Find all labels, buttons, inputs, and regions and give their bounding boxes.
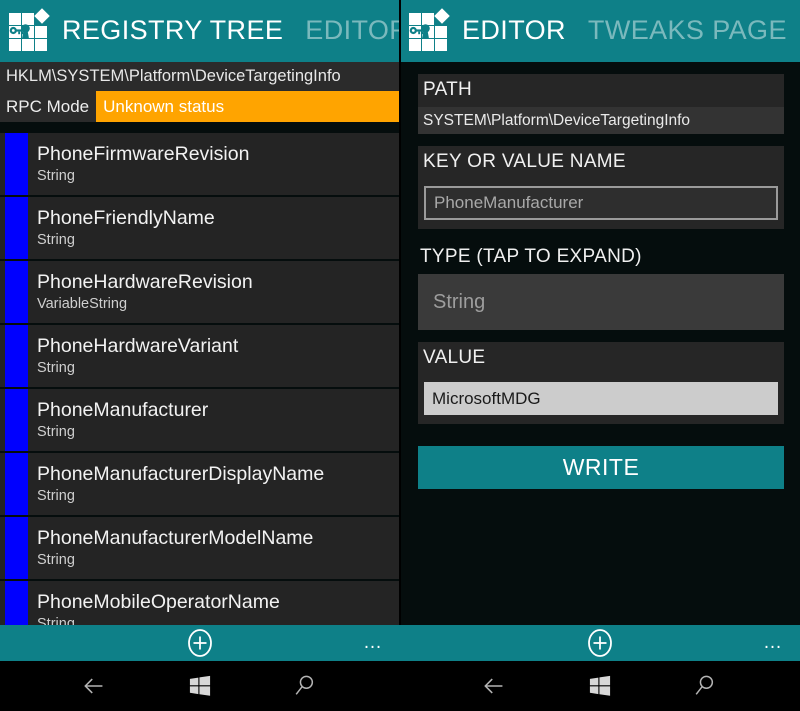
left-pivot-header: REGISTRY TREE EDITOR TWEA [0,0,400,62]
key-name-field-block: KEY OR VALUE NAME PhoneManufacturer [418,146,784,229]
rpc-mode-row[interactable]: RPC Mode Unknown status [0,91,400,122]
type-field-block: TYPE (TAP TO EXPAND) String [418,241,784,330]
value-label: VALUE [418,342,784,375]
search-magnifier-icon[interactable] [288,669,322,703]
registry-path-bar: HKLM\SYSTEM\Platform\DeviceTargetingInfo [0,62,400,91]
value-type: VariableString [37,295,128,312]
value-name: PhoneMobileOperatorName [37,591,280,613]
list-item-text: PhoneHardwareRevision VariableString [28,261,400,323]
right-system-nav-bar [400,661,800,711]
windows-logo-icon[interactable] [583,669,617,703]
list-item-text: PhoneFriendlyName String [28,197,400,259]
write-button[interactable]: WRITE [418,446,784,489]
list-item[interactable]: PhoneManufacturer String [0,389,400,451]
rpc-mode-label: RPC Mode [0,91,97,122]
list-item[interactable]: PhoneManufacturerModelName String [0,517,400,579]
list-item[interactable]: PhoneHardwareRevision VariableString [0,261,400,323]
value-type: String [37,615,75,625]
path-value: SYSTEM\Platform\DeviceTargetingInfo [418,107,784,134]
list-item-text: PhoneFirmwareRevision String [28,133,400,195]
add-button[interactable] [586,629,614,657]
add-button[interactable] [186,629,214,657]
value-type-accent-bar [5,261,28,323]
value-type: String [37,423,75,440]
left-pivot-items: REGISTRY TREE EDITOR TWEA [62,17,400,46]
search-magnifier-icon[interactable] [688,669,722,703]
tab-editor[interactable]: EDITOR [462,17,566,46]
list-item-text: PhoneManufacturerModelName String [28,517,400,579]
value-name: PhoneHardwareRevision [37,271,253,293]
key-name-input-wrap: PhoneManufacturer [418,179,784,229]
value-type-accent-bar [5,453,28,515]
key-name-input[interactable]: PhoneManufacturer [424,186,778,220]
right-pivot-header: EDITOR TWEAKS PAGE ABOU [400,0,800,62]
value-type-accent-bar [5,325,28,387]
value-type: String [37,359,75,376]
value-input-wrap: MicrosoftMDG [418,375,784,424]
registry-key-tile-icon [406,7,454,55]
left-phone-panel: REGISTRY TREE EDITOR TWEA HKLM\SYSTEM\Pl… [0,0,400,711]
rpc-status-badge: Unknown status [96,91,400,122]
right-app-bar: … [400,625,800,661]
more-options-icon[interactable]: … [363,633,384,652]
type-select[interactable]: String [418,274,784,330]
list-item[interactable]: PhoneHardwareVariant String [0,325,400,387]
left-app-bar: … [0,625,400,661]
panel-divider [399,0,401,625]
tab-registry-tree[interactable]: REGISTRY TREE [62,17,283,46]
value-type: String [37,487,75,504]
editor-form: PATH SYSTEM\Platform\DeviceTargetingInfo… [400,62,800,625]
back-arrow-icon[interactable] [478,669,512,703]
path-field-block: PATH SYSTEM\Platform\DeviceTargetingInfo [418,74,784,134]
value-type: String [37,167,75,184]
list-item-text: PhoneManufacturer String [28,389,400,451]
value-name: PhoneManufacturerDisplayName [37,463,325,485]
value-type: String [37,551,75,568]
value-name: PhoneManufacturer [37,399,209,421]
phone-screenshot-pair: REGISTRY TREE EDITOR TWEA HKLM\SYSTEM\Pl… [0,0,800,711]
value-type: String [37,231,75,248]
value-field-block: VALUE MicrosoftMDG [418,342,784,424]
tab-tweaks-page[interactable]: TWEAKS PAGE [588,17,787,46]
list-item-text: PhoneHardwareVariant String [28,325,400,387]
type-label: TYPE (TAP TO EXPAND) [420,246,642,267]
value-name: PhoneFirmwareRevision [37,143,250,165]
more-options-icon[interactable]: … [763,633,784,652]
value-name: PhoneFriendlyName [37,207,215,229]
windows-logo-icon[interactable] [183,669,217,703]
value-name: PhoneHardwareVariant [37,335,239,357]
value-type-accent-bar [5,197,28,259]
list-item[interactable]: PhoneFirmwareRevision String [0,133,400,195]
value-input[interactable]: MicrosoftMDG [424,382,778,415]
registry-key-tile-icon [6,7,54,55]
value-name: PhoneManufacturerModelName [37,527,314,549]
list-item[interactable]: PhoneManufacturerDisplayName String [0,453,400,515]
right-phone-panel: EDITOR TWEAKS PAGE ABOU PATH SYSTEM\Plat… [400,0,800,711]
list-item[interactable]: PhoneFriendlyName String [0,197,400,259]
value-type-accent-bar [5,517,28,579]
left-system-nav-bar [0,661,400,711]
list-item[interactable]: PhoneMobileOperatorName String [0,581,400,625]
key-or-value-name-label: KEY OR VALUE NAME [418,146,784,179]
tab-editor[interactable]: EDITOR [305,17,400,46]
back-arrow-icon[interactable] [78,669,112,703]
list-item-text: PhoneMobileOperatorName String [28,581,400,625]
path-label: PATH [418,74,784,107]
registry-value-list[interactable]: PhoneFirmwareRevision String PhoneFriend… [0,133,400,625]
value-type-accent-bar [5,133,28,195]
list-item-text: PhoneManufacturerDisplayName String [28,453,400,515]
value-type-accent-bar [5,581,28,625]
right-pivot-items: EDITOR TWEAKS PAGE ABOU [462,17,800,46]
value-type-accent-bar [5,389,28,451]
